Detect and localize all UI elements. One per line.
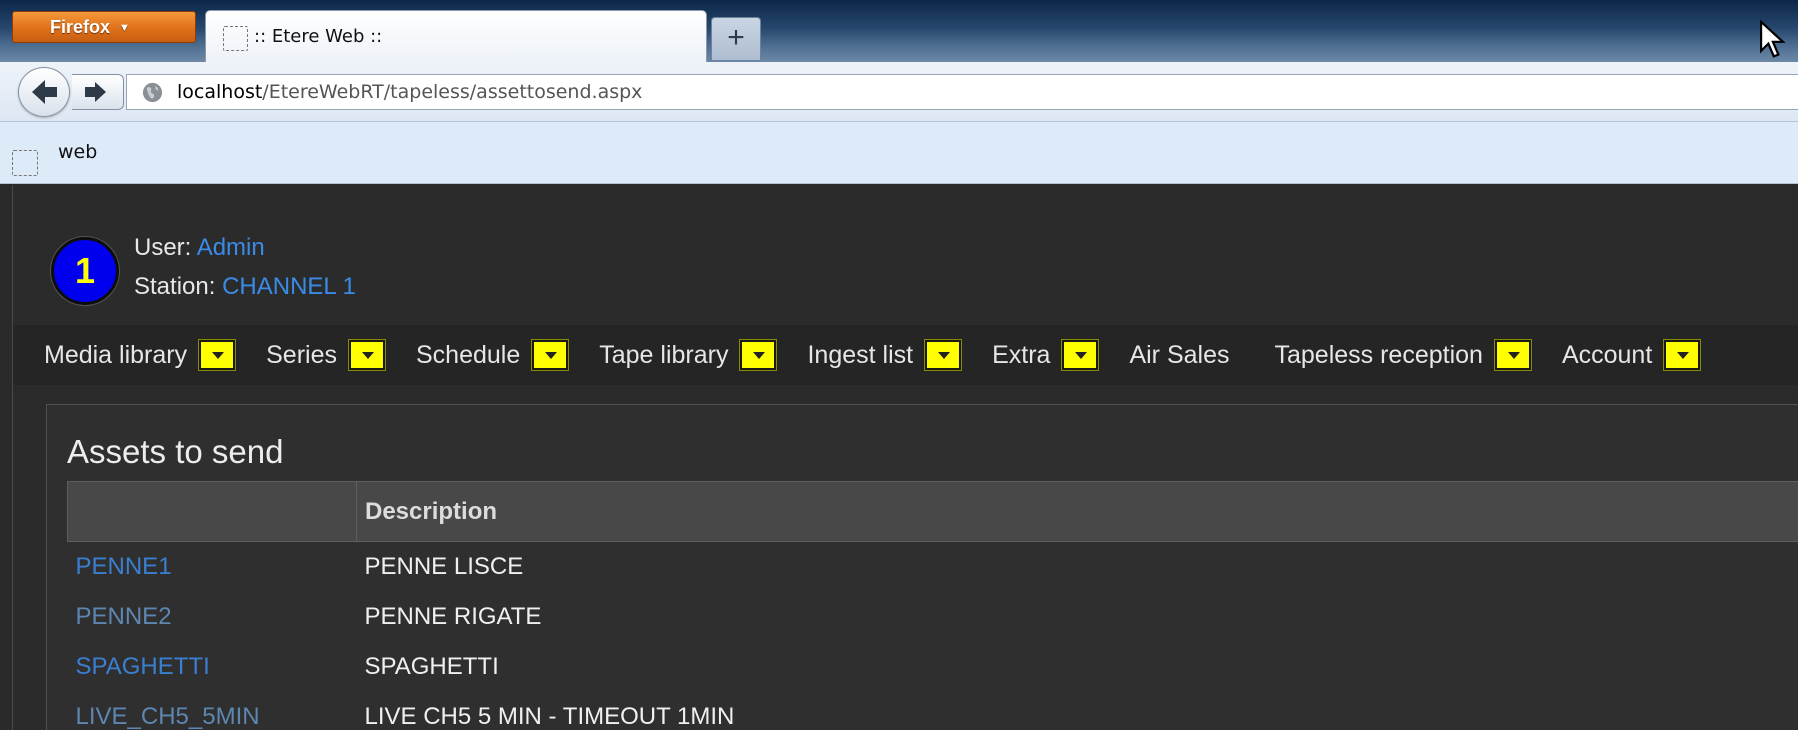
back-button[interactable] [18,67,70,117]
asset-code-link[interactable]: PENNE2 [68,592,357,642]
asset-description: LIVE CH5 5 MIN - TIMEOUT 1MIN [364,702,735,730]
dropdown-arrow-icon[interactable] [740,340,777,370]
browser-titlebar: Firefox ▼ :: Etere Web :: + [0,0,1798,63]
new-tab-button[interactable]: + [711,17,761,60]
menu-item-label: Tapeless reception [1274,340,1483,369]
menu-item-label: Media library [44,340,188,369]
dropdown-arrow-icon[interactable] [1494,340,1531,370]
back-arrow-icon [32,80,57,104]
dropdown-arrow-icon[interactable] [532,340,569,370]
menu-item-media-library[interactable]: Media library [44,340,236,370]
table-row[interactable]: SPAGHETTI SPAGHETTI [68,642,1798,692]
menu-item-air-sales[interactable]: Air Sales [1129,341,1229,370]
menu-item-label: Schedule [415,340,521,369]
forward-button[interactable] [72,74,124,110]
assets-panel: Assets to send Description PENNE1 PENNE L… [46,404,1798,730]
address-bar[interactable]: localhost/EtereWebRT/tapeless/assettosen… [126,74,1798,110]
user-info: User: Admin [134,234,265,262]
column-header-code [67,481,357,542]
column-header-description: Description [356,481,1798,542]
firefox-menu-label: Firefox [50,17,111,37]
menu-item-account[interactable]: Account [1561,340,1701,370]
dropdown-arrow-icon[interactable] [1062,340,1099,370]
bookmarks-toolbar: web [0,122,1798,184]
dropdown-arrow-icon[interactable] [348,340,385,370]
menu-item-label: Extra [992,340,1051,369]
url-host: localhost [177,81,263,103]
table-header-row: Description [67,481,1798,542]
station-info: Station: CHANNEL 1 [134,273,356,301]
globe-icon [142,82,163,103]
menu-item-label: Tape library [599,340,729,369]
menu-item-label: Ingest list [807,340,914,369]
menu-item-extra[interactable]: Extra [992,340,1099,370]
assets-table: Description PENNE1 PENNE LISCE PENNE2 PENNE… [67,481,1798,730]
chevron-down-icon: ▼ [119,22,130,34]
menu-item-label: Account [1561,340,1653,369]
station-label: Station: [134,273,223,300]
station-name-link[interactable]: CHANNEL 1 [222,273,356,300]
menu-item-label: Series [266,340,337,369]
table-row[interactable]: PENNE1 PENNE LISCE [68,542,1798,592]
main-menu: Media library Series Schedule Tape library I… [13,325,1798,385]
asset-code-link[interactable]: SPAGHETTI [68,642,357,692]
menu-item-tapeless-reception[interactable]: Tapeless reception [1274,340,1531,370]
menu-item-tape-library[interactable]: Tape library [599,340,777,370]
asset-description: PENNE RIGATE [364,602,542,630]
station-number-badge: 1 [51,237,119,305]
tab-title: :: Etere Web :: [254,26,383,47]
page-title: Assets to send [67,433,284,470]
user-name-link[interactable]: Admin [197,234,265,261]
tab-etere-web[interactable]: :: Etere Web :: [205,10,707,63]
browser-navbar: localhost/EtereWebRT/tapeless/assettosen… [0,62,1798,122]
bookmark-web[interactable]: web [58,122,97,182]
menu-item-schedule[interactable]: Schedule [415,340,569,370]
page-favicon-icon [223,26,248,51]
mouse-cursor-icon [1760,20,1786,58]
asset-code-link[interactable]: PENNE1 [68,542,357,592]
asset-code-link[interactable]: LIVE_CH5_5MIN [68,692,357,730]
asset-description: SPAGHETTI [364,652,499,680]
bookmark-favicon-icon [12,150,38,176]
dropdown-arrow-icon[interactable] [1664,340,1701,370]
firefox-menu-button[interactable]: Firefox ▼ [12,11,196,43]
dropdown-arrow-icon[interactable] [199,340,236,370]
dropdown-arrow-icon[interactable] [925,340,962,370]
asset-description: PENNE LISCE [364,552,524,580]
web-page: 1 User: Admin Station: CHANNEL 1 Media l… [12,185,1798,730]
menu-item-ingest-list[interactable]: Ingest list [807,340,962,370]
menu-item-series[interactable]: Series [266,340,385,370]
table-row[interactable]: LIVE_CH5_5MIN LIVE CH5 5 MIN - TIMEOUT 1M… [68,692,1798,730]
table-row[interactable]: PENNE2 PENNE RIGATE [68,592,1798,642]
forward-arrow-icon [85,82,106,102]
user-label: User: [134,234,197,261]
menu-item-label: Air Sales [1129,340,1230,369]
url-path: /EtereWebRT/tapeless/assettosend.aspx [262,81,643,103]
